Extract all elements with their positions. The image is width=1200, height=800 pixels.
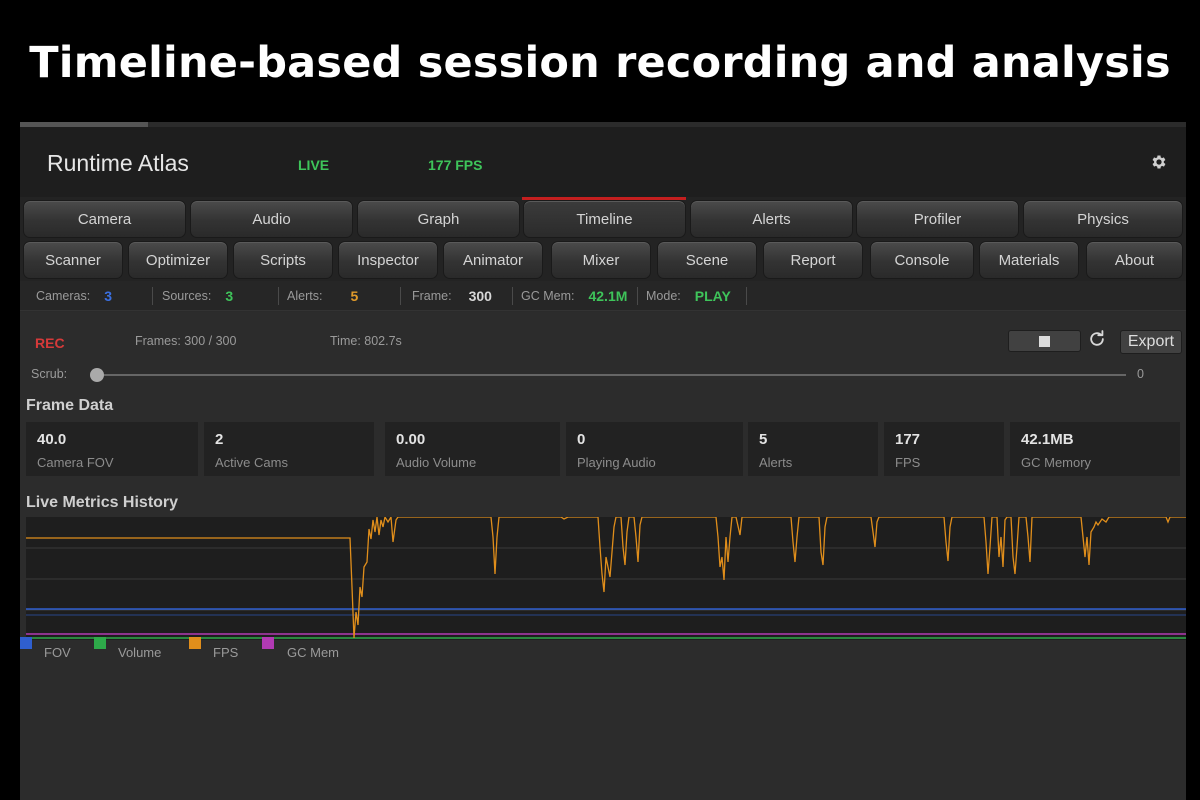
tab-about[interactable]: About <box>1086 241 1183 279</box>
metric-card-label: FPS <box>895 455 921 470</box>
stat-mode: Mode: PLAY <box>646 288 731 304</box>
stop-icon <box>1039 335 1050 347</box>
legend-swatch-gc-mem <box>262 637 274 649</box>
status-bar: Cameras: 3 Sources: 3 Alerts: 5 Frame: 3… <box>20 281 1186 311</box>
metric-card-fps: 177 FPS <box>884 422 1004 476</box>
stat-cameras: Cameras: 3 <box>36 288 112 304</box>
tab-materials[interactable]: Materials <box>979 241 1079 279</box>
tab-timeline[interactable]: Timeline <box>523 200 686 238</box>
metric-card-alerts: 5 Alerts <box>748 422 878 476</box>
legend-label-volume[interactable]: Volume <box>118 645 161 660</box>
tab-mixer[interactable]: Mixer <box>551 241 651 279</box>
tab-inspector[interactable]: Inspector <box>338 241 438 279</box>
metrics-chart <box>26 517 1186 640</box>
metric-card-label: Playing Audio <box>577 455 656 470</box>
rec-indicator: REC <box>35 335 65 351</box>
scrub-slider-track[interactable] <box>97 374 1126 376</box>
metric-card-value: 177 <box>895 431 921 448</box>
metric-card-audio-volume: 0.00 Audio Volume <box>385 422 560 476</box>
stat-alerts: Alerts: 5 <box>287 288 359 304</box>
refresh-icon[interactable] <box>1087 329 1107 349</box>
tab-audio[interactable]: Audio <box>190 200 353 238</box>
metrics-chart-svg <box>26 517 1186 639</box>
legend-label-gc-mem[interactable]: GC Mem <box>287 645 339 660</box>
tab-scanner[interactable]: Scanner <box>23 241 123 279</box>
app-title: Runtime Atlas <box>47 150 189 176</box>
page-title: Timeline-based session recording and ana… <box>29 38 1171 88</box>
metric-card-value: 40.0 <box>37 431 67 448</box>
frames-counter: Frames: 300 / 300 <box>135 334 237 348</box>
legend-swatch-fov <box>20 637 32 649</box>
app-header: Runtime Atlas LIVE 177 FPS <box>20 127 1186 197</box>
metric-card-value: 5 <box>759 431 768 448</box>
tab-camera[interactable]: Camera <box>23 200 186 238</box>
app-window: Runtime Atlas LIVE 177 FPS Camera Audio Gr… <box>20 122 1186 800</box>
metric-card-camera-fov: 40.0 Camera FOV <box>26 422 198 476</box>
live-indicator: LIVE <box>298 157 330 173</box>
metric-card-playing-audio: 0 Playing Audio <box>566 422 743 476</box>
stat-gc-mem: GC Mem: 42.1M <box>521 288 628 304</box>
stat-frame: Frame: 300 <box>412 288 492 304</box>
metric-card-label: Alerts <box>759 455 793 470</box>
legend-swatch-fps <box>189 637 201 649</box>
tab-profiler[interactable]: Profiler <box>856 200 1019 238</box>
tab-bar: Camera Audio Graph Timeline Alerts Profiler Ph… <box>20 197 1186 281</box>
tab-scripts[interactable]: Scripts <box>233 241 333 279</box>
metric-card-value: 42.1MB <box>1021 431 1074 448</box>
scrub-label: Scrub: <box>31 367 68 381</box>
tab-console[interactable]: Console <box>870 241 974 279</box>
metric-card-label: Camera FOV <box>37 455 114 470</box>
tab-animator[interactable]: Animator <box>443 241 543 279</box>
frame-data-title: Frame Data <box>26 397 114 414</box>
series-fps-line <box>26 517 1186 639</box>
metrics-title: Live Metrics History <box>26 494 179 511</box>
time-counter: Time: 802.7s <box>330 334 402 348</box>
tab-optimizer[interactable]: Optimizer <box>128 241 228 279</box>
tab-physics[interactable]: Physics <box>1023 200 1183 238</box>
stat-sources: Sources: 3 <box>162 288 234 304</box>
scrub-value: 0 <box>1137 367 1144 381</box>
legend-label-fps[interactable]: FPS <box>213 645 238 660</box>
metric-card-label: GC Memory <box>1021 455 1092 470</box>
scrub-slider-handle[interactable] <box>90 368 104 382</box>
tab-graph[interactable]: Graph <box>357 200 520 238</box>
stop-button[interactable] <box>1008 330 1081 352</box>
metric-card-active-cams: 2 Active Cams <box>204 422 374 476</box>
metric-card-value: 2 <box>215 431 224 448</box>
metric-card-gc-memory: 42.1MB GC Memory <box>1010 422 1180 476</box>
metric-card-value: 0.00 <box>396 431 426 448</box>
fps-indicator: 177 FPS <box>428 157 483 173</box>
metric-card-label: Active Cams <box>215 455 288 470</box>
gear-icon[interactable] <box>1150 153 1168 171</box>
export-button[interactable]: Export <box>1120 330 1182 354</box>
metric-card-value: 0 <box>577 431 586 448</box>
legend-swatch-volume <box>94 637 106 649</box>
metric-card-label: Audio Volume <box>396 455 477 470</box>
tab-alerts[interactable]: Alerts <box>690 200 853 238</box>
tab-scene[interactable]: Scene <box>657 241 757 279</box>
timeline-panel: REC Frames: 300 / 300 Time: 802.7s Expor… <box>20 312 1186 800</box>
legend-label-fov[interactable]: FOV <box>44 645 71 660</box>
tab-report[interactable]: Report <box>763 241 863 279</box>
